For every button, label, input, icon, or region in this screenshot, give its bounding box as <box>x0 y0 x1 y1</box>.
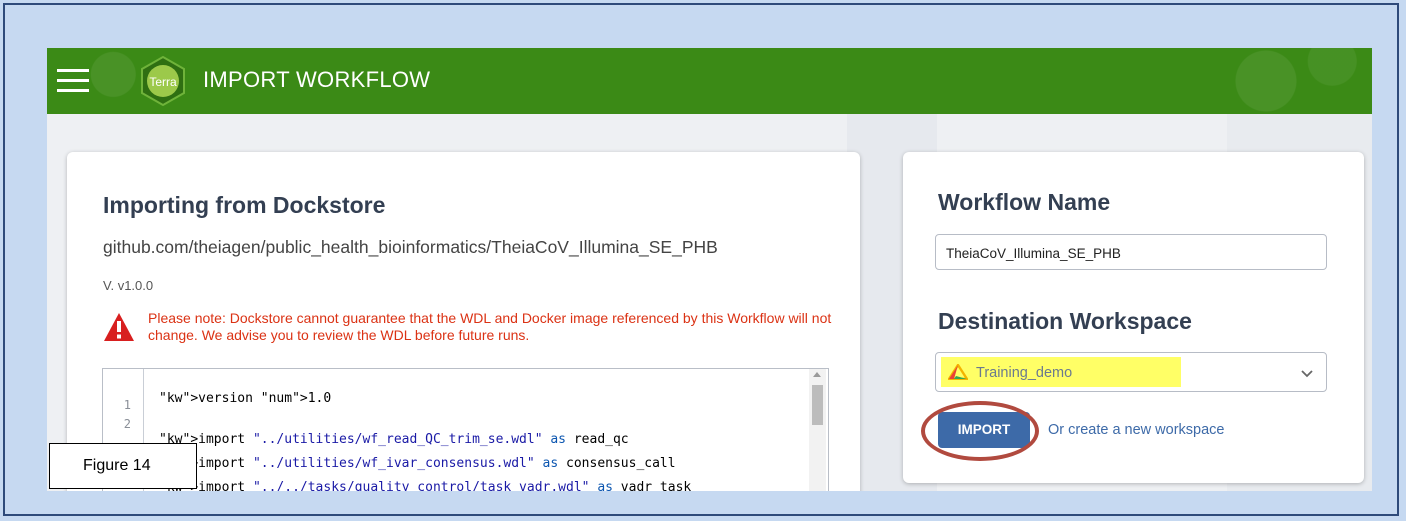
create-workspace-link[interactable]: Or create a new workspace <box>1048 422 1225 438</box>
code-line: "kw">version "num">1.0 <box>159 391 332 406</box>
workflow-name-input[interactable]: TheiaCoV_Illumina_SE_PHB <box>935 234 1327 270</box>
import-button[interactable]: IMPORT <box>938 412 1030 448</box>
repo-path: github.com/theiagen/public_health_bioinf… <box>103 237 718 257</box>
workflow-name-heading: Workflow Name <box>938 189 1111 215</box>
code-line: "kw">import "../utilities/wf_ivar_consen… <box>159 456 676 471</box>
hamburger-menu-icon[interactable] <box>57 64 89 98</box>
chevron-down-icon[interactable] <box>1300 366 1314 380</box>
destination-heading: Destination Workspace <box>938 308 1192 334</box>
workflow-version: V. v1.0.0 <box>103 278 154 293</box>
import-source-card: Importing from Dockstore github.com/thei… <box>67 152 860 491</box>
dockstore-warning: Please note: Dockstore cannot guarantee … <box>148 310 832 343</box>
wdl-code-viewer[interactable]: 1 2 "kw">version "num">1.0 "kw">import "… <box>102 368 829 491</box>
screenshot-frame: Terra IMPORT WORKFLOW Importing from Doc… <box>3 3 1399 516</box>
line-number: 2 <box>123 417 131 431</box>
code-line: "kw">import "../../tasks/quality_control… <box>159 480 692 491</box>
scroll-up-arrow-icon[interactable] <box>813 372 821 377</box>
workspace-select[interactable]: Training_demo <box>935 352 1327 392</box>
selected-workspace: Training_demo <box>976 365 1073 381</box>
google-cloud-icon <box>946 362 970 381</box>
terra-logo[interactable]: Terra <box>139 55 187 107</box>
importing-heading: Importing from Dockstore <box>103 192 386 218</box>
logo-text: Terra <box>149 75 177 89</box>
code-line: "kw">import "../utilities/wf_read_QC_tri… <box>159 432 629 447</box>
page-title: IMPORT WORKFLOW <box>203 67 431 92</box>
warning-icon <box>103 312 135 342</box>
import-destination-card: Workflow Name TheiaCoV_Illumina_SE_PHB D… <box>903 152 1364 483</box>
line-number: 1 <box>123 398 131 412</box>
top-bar: Terra IMPORT WORKFLOW <box>47 48 1372 114</box>
figure-label: Figure 14 <box>49 443 197 489</box>
scroll-thumb[interactable] <box>812 385 823 425</box>
terra-app: Terra IMPORT WORKFLOW Importing from Doc… <box>47 48 1372 491</box>
